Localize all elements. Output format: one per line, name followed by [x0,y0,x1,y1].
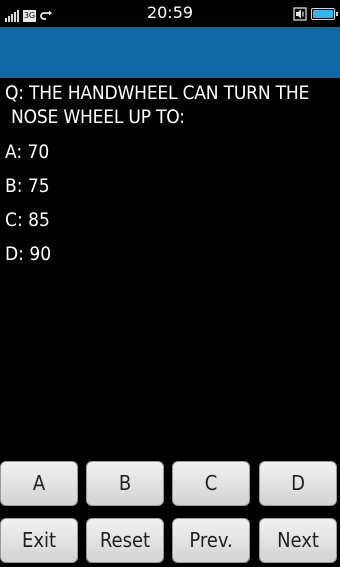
status-bar: 3G 20:59 [0,0,340,27]
option-d: D: 90 [5,243,52,265]
answer-c-button[interactable]: C [172,461,250,506]
question-line-1: Q: THE HANDWHEEL CAN TURN THE [5,82,310,104]
battery-level [313,10,333,18]
status-time: 20:59 [146,3,194,22]
next-button[interactable]: Next [259,518,337,563]
question-text: Q: THE HANDWHEEL CAN TURN THE NOSE WHEEL… [5,81,337,129]
answer-d-button[interactable]: D [259,461,337,506]
title-bar [0,27,340,78]
volume-icon [293,7,307,21]
answer-a-button[interactable]: A [0,461,78,506]
option-b: B: 75 [5,175,50,197]
reset-button[interactable]: Reset [86,518,164,563]
battery-icon [311,8,338,20]
question-line-2: NOSE WHEEL UP TO: [11,106,185,128]
status-right-icons [293,6,338,22]
option-a: A: 70 [5,141,50,163]
prev-button[interactable]: Prev. [172,518,250,563]
option-c: C: 85 [5,209,50,231]
answer-b-button[interactable]: B [86,461,164,506]
exit-button[interactable]: Exit [0,518,78,563]
